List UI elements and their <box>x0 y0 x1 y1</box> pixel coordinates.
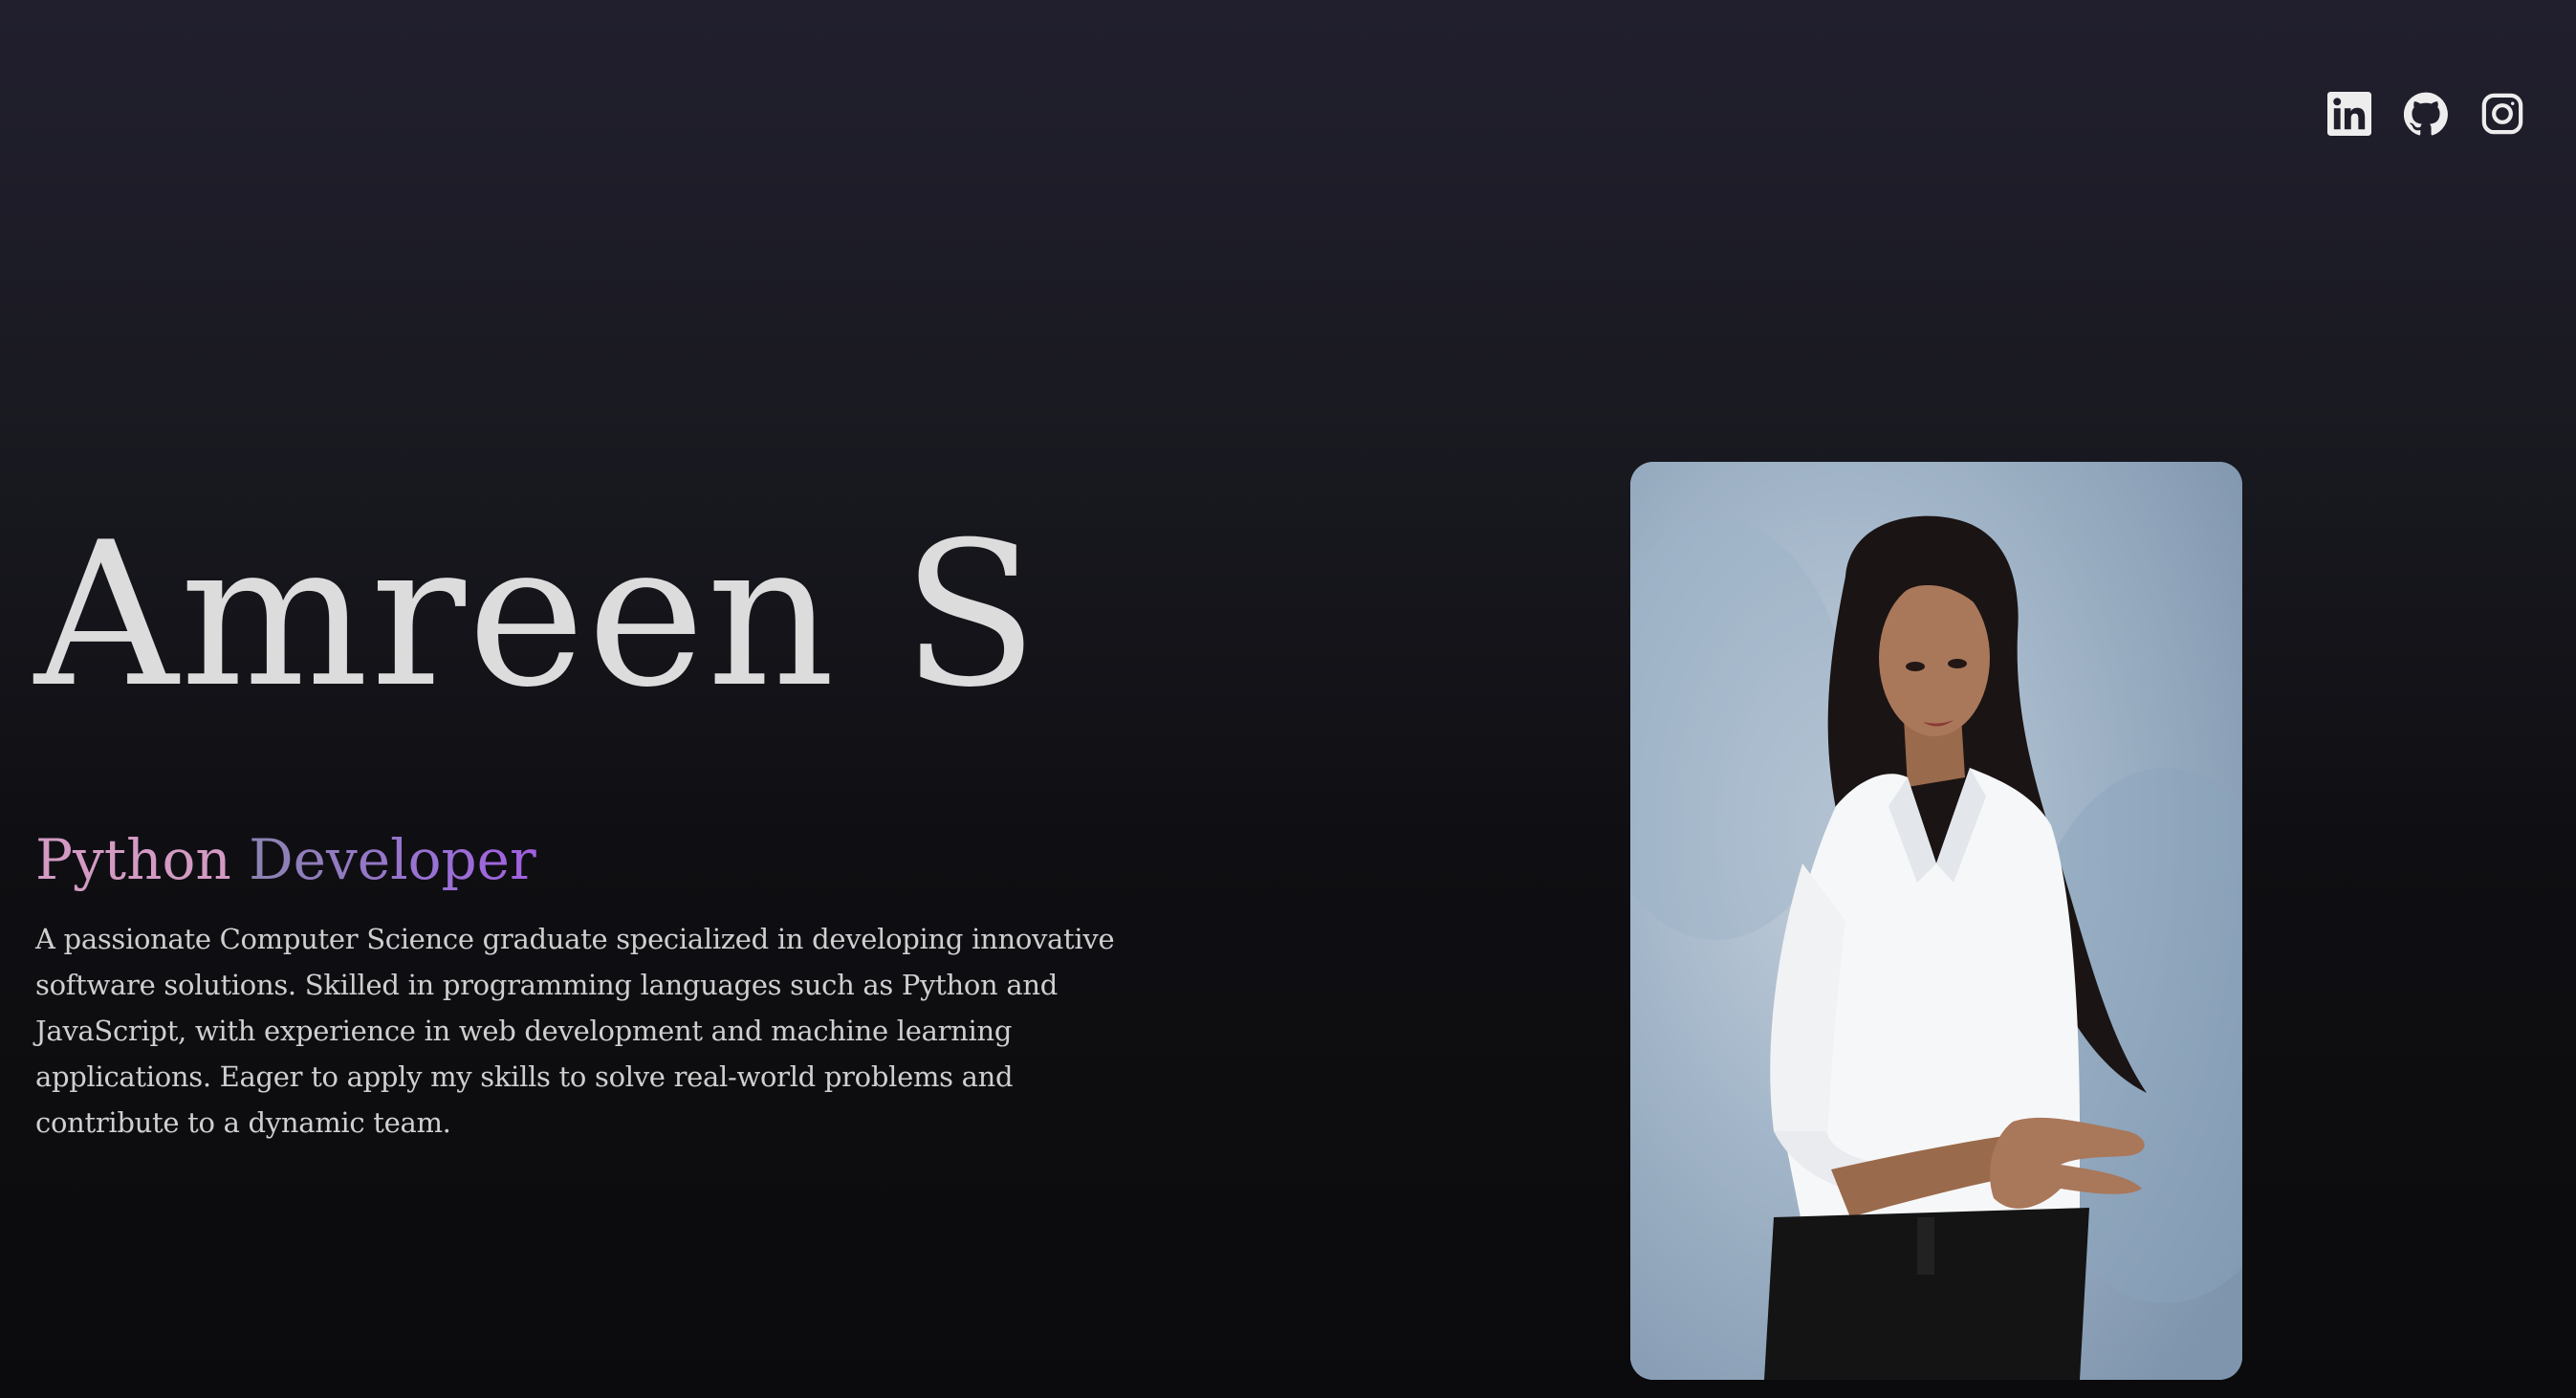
social-links <box>2327 92 2524 136</box>
instagram-link[interactable] <box>2480 92 2524 136</box>
linkedin-icon <box>2327 92 2371 136</box>
profile-photo <box>1630 462 2242 1380</box>
github-link[interactable] <box>2404 92 2448 136</box>
hero-bio: A passionate Computer Science graduate s… <box>35 923 1115 1139</box>
hero-role: Python Developer <box>35 832 536 887</box>
hero-name: Amreen S <box>34 500 1040 732</box>
profile-portrait-illustration <box>1630 462 2242 1380</box>
instagram-icon <box>2481 93 2523 135</box>
github-icon <box>2404 92 2448 136</box>
linkedin-link[interactable] <box>2327 92 2371 136</box>
role-word-1: Python <box>35 827 231 892</box>
role-word-2: Developer <box>249 827 536 892</box>
